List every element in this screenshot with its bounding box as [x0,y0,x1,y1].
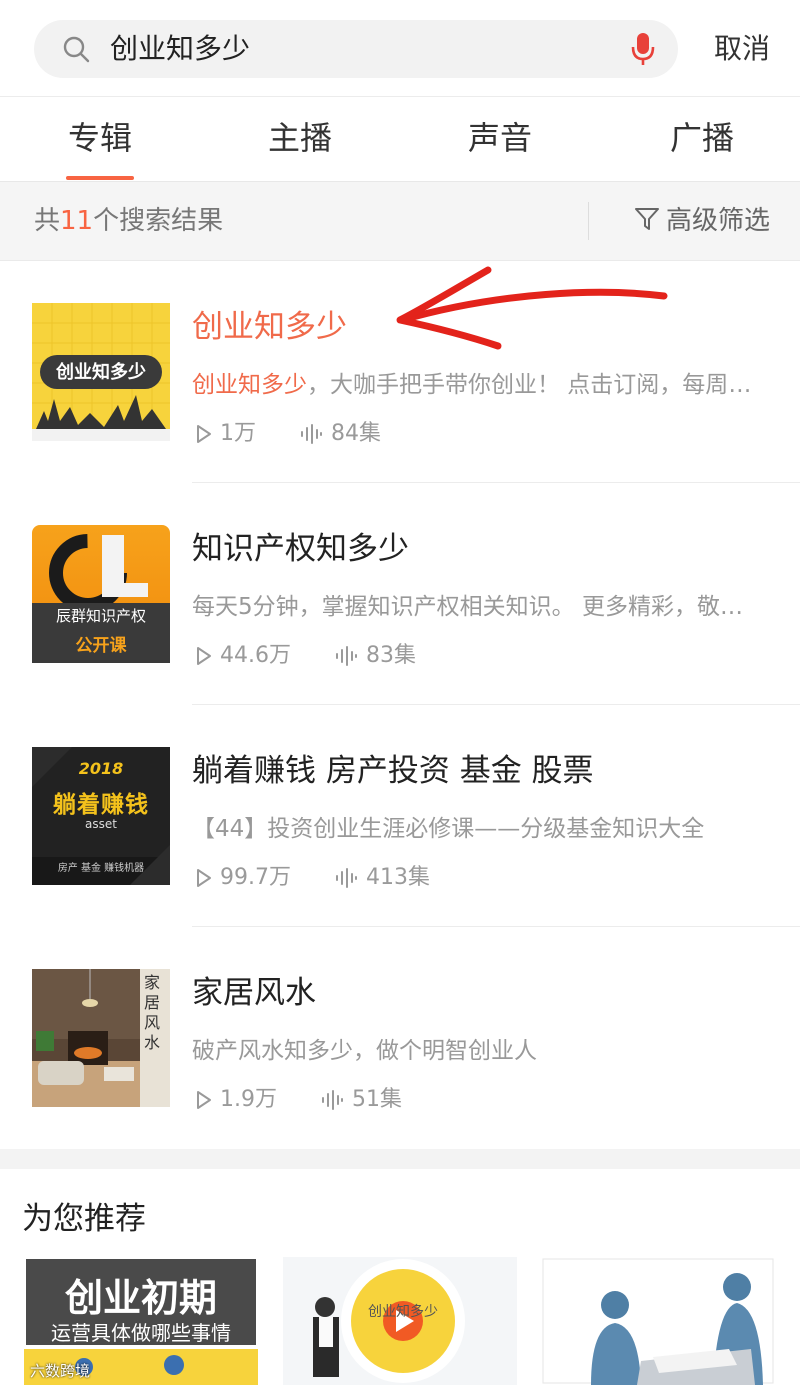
recommend-card-title: 创业知多少 [368,1304,438,1320]
episode-count: 413集 [334,859,430,891]
album-item[interactable]: 辰群知识产权 公开课 知识产权知多少 每天5分钟，掌握知识产权相关知识。 更多精… [0,483,800,705]
soundwave-icon [336,868,357,888]
advanced-filter-button[interactable]: 高级筛选 [634,182,770,260]
play-count: 44.6万 [196,637,291,669]
search-input[interactable]: 创业知多少 [34,20,678,78]
episode-count-value: 413集 [366,865,430,890]
result-summary-bar: 共11个搜索结果 高级筛选 [0,182,800,261]
play-count-value: 99.7万 [220,865,291,890]
microphone-icon[interactable] [630,32,656,66]
result-count-number: 11 [60,206,94,236]
album-item[interactable]: 家居风水 家居风水 破产风水知多少，做个明智创业人 1.9万 51集 [0,927,800,1147]
album-title[interactable]: 家居风水 [192,967,316,1012]
search-query: 创业知多少 [110,32,251,65]
tab-radio[interactable]: 广播 [622,97,782,181]
album-description-highlight: 创业知多少 [192,372,307,398]
play-count-value: 44.6万 [220,643,291,668]
recommend-card-subtitle: 运营具体做哪些事情 [51,1321,231,1345]
section-gap [0,1149,800,1169]
album-cover-text: 创业知多少 [56,362,146,383]
soundwave-icon [301,424,322,444]
album-cover-text: 家居风水 [144,973,161,1052]
cancel-button[interactable]: 取消 [714,20,770,78]
play-count: 99.7万 [196,859,291,891]
album-description: 【44】投资创业生涯必修课——分级基金知识大全 [192,816,705,842]
album-cover: 创业知多少 [32,303,170,441]
album-meta: 1万 84集 [196,415,417,447]
recommend-card-title: 创业初期 [64,1276,217,1320]
result-count-prefix: 共 [34,206,61,236]
album-title[interactable]: 知识产权知多少 [192,523,409,568]
episode-count-value: 83集 [366,643,416,668]
watermark: 六数跨境 [30,1362,91,1380]
play-icon [197,869,211,887]
recommend-card[interactable]: 创业知多少 [283,1257,517,1385]
recommend-card[interactable]: 创业初期 运营具体做哪些事情 六数跨境 [24,1257,258,1385]
search-icon [63,36,90,63]
album-result-list: 创业知多少 创业知多少 创业知多少，大咖手把手带你创业！ 点击订阅，每周三更新！… [0,261,800,1147]
album-description: 破产风水知多少，做个明智创业人 [192,1038,537,1064]
search-header: 创业知多少 取消 [0,0,800,97]
tab-sounds[interactable]: 声音 [420,97,580,181]
filter-divider [588,202,589,240]
album-cover-text: 躺着赚钱 [53,792,149,818]
tab-albums[interactable]: 专辑 [20,97,180,181]
play-count: 1万 [196,415,256,447]
album-title[interactable]: 躺着赚钱 房产投资 基金 股票 [192,745,594,790]
play-icon [197,425,211,443]
soundwave-icon [336,646,357,666]
soundwave-icon [322,1090,343,1110]
filter-icon [634,208,659,230]
active-tab-indicator [66,176,134,180]
episode-count-value: 84集 [331,421,381,446]
album-meta: 99.7万 413集 [196,859,466,891]
play-count: 1.9万 [196,1081,277,1113]
play-count-value: 1万 [220,421,256,446]
advanced-filter-label: 高级筛选 [665,206,770,236]
play-icon [197,647,211,665]
result-count: 共11个搜索结果 [34,182,223,260]
play-icon [197,1091,211,1109]
recommend-section: 为您推荐 创业初期 运营具体做哪些事情 六数跨境 创业知多少 [0,1169,800,1385]
play-count-value: 1.9万 [220,1087,277,1112]
recommend-title: 为您推荐 [22,1201,146,1237]
album-meta: 44.6万 83集 [196,637,452,669]
annotation-arrow [396,266,668,350]
album-description-text: ，大咖手把手带你创业！ 点击订阅，每周三更新！ [307,372,762,398]
album-cover-subtext: 公开课 [75,636,127,656]
album-cover: 家居风水 [32,969,170,1107]
album-cover-text: 辰群知识产权 [55,607,146,625]
recommend-card-art [283,1257,517,1385]
tab-anchors[interactable]: 主播 [220,97,380,181]
episode-count: 83集 [334,637,416,669]
category-tabs: 专辑 主播 声音 广播 [0,97,800,182]
album-cover-year: 2018 [78,759,124,778]
album-item[interactable]: 2018 躺着赚钱 asset 房产 基金 赚钱机器 躺着赚钱 房产投资 基金 … [0,705,800,927]
recommend-card-art [541,1257,775,1385]
album-title[interactable]: 创业知多少 [192,301,347,346]
album-cover-subtext: asset [85,817,117,831]
recommend-card[interactable] [541,1257,775,1385]
album-description: 每天5分钟，掌握知识产权相关知识。 更多精彩，敬请收听 [192,594,762,620]
album-cover-footer: 房产 基金 赚钱机器 [57,863,145,874]
album-cover: 辰群知识产权 公开课 [32,525,170,663]
episode-count: 51集 [320,1081,402,1113]
episode-count-value: 51集 [352,1087,402,1112]
album-cover: 2018 躺着赚钱 asset 房产 基金 赚钱机器 [32,747,170,885]
episode-count: 84集 [299,415,381,447]
result-count-suffix: 个搜索结果 [93,206,224,236]
album-meta: 1.9万 51集 [196,1081,438,1113]
album-description: 创业知多少，大咖手把手带你创业！ 点击订阅，每周三更新！ [192,365,762,399]
